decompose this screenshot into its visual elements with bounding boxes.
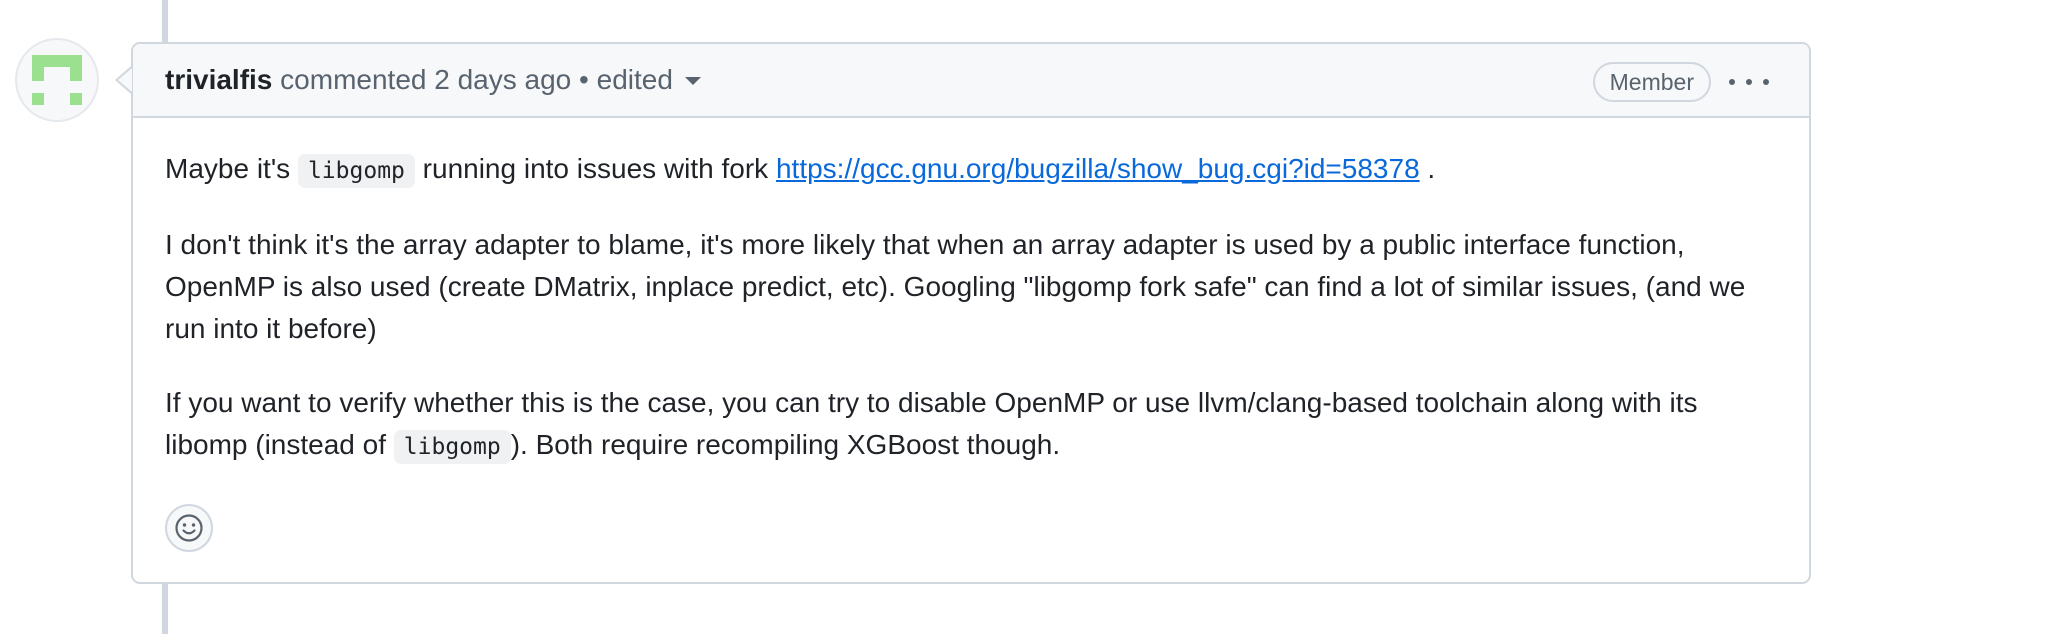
paragraph-text: ). Both require recompiling XGBoost thou…: [510, 429, 1061, 460]
meta-separator: •: [579, 64, 589, 95]
paragraph-text: Maybe it's: [165, 153, 291, 184]
comment-container: trivialfis commented 2 days ago • edited…: [131, 42, 1811, 584]
kebab-horizontal-icon-dot: [1763, 79, 1769, 85]
kebab-horizontal-icon-dot: [1729, 79, 1735, 85]
paragraph-text: .: [1427, 153, 1436, 184]
identicon-avatar-icon: [32, 55, 82, 105]
comment-body: Maybe it's libgomp running into issues w…: [165, 148, 1775, 500]
inline-code: libgomp: [297, 154, 415, 188]
add-reaction-button[interactable]: [165, 504, 213, 552]
comment-action: commented: [280, 64, 427, 95]
comment-paragraph-2: I don't think it's the array adapter to …: [165, 229, 1746, 344]
author-name[interactable]: trivialfis: [165, 64, 272, 95]
smiley-icon: [175, 514, 203, 542]
comment-timestamp[interactable]: 2 days ago: [434, 64, 571, 95]
comment-meta: trivialfis commented 2 days ago • edited: [165, 62, 701, 98]
edited-label: edited: [596, 64, 673, 95]
inline-code: libgomp: [393, 430, 511, 464]
author-avatar[interactable]: [15, 38, 99, 122]
paragraph-text: running into issues with fork: [422, 153, 769, 184]
comment-paragraph-3: If you want to verify whether this is th…: [165, 382, 1775, 468]
comment-pointer-fill: [118, 68, 132, 92]
role-badge: Member: [1592, 62, 1711, 102]
bugzilla-link[interactable]: https://gcc.gnu.org/bugzilla/show_bug.cg…: [776, 153, 1420, 184]
more-options-button[interactable]: [1729, 64, 1769, 100]
triangle-down-icon: [684, 76, 701, 85]
kebab-horizontal-icon-dot: [1746, 79, 1752, 85]
edited-menu[interactable]: edited: [597, 64, 701, 95]
comment-header: trivialfis commented 2 days ago • edited…: [133, 44, 1809, 118]
comment-paragraph-1: Maybe it's libgomp running into issues w…: [165, 148, 1775, 192]
